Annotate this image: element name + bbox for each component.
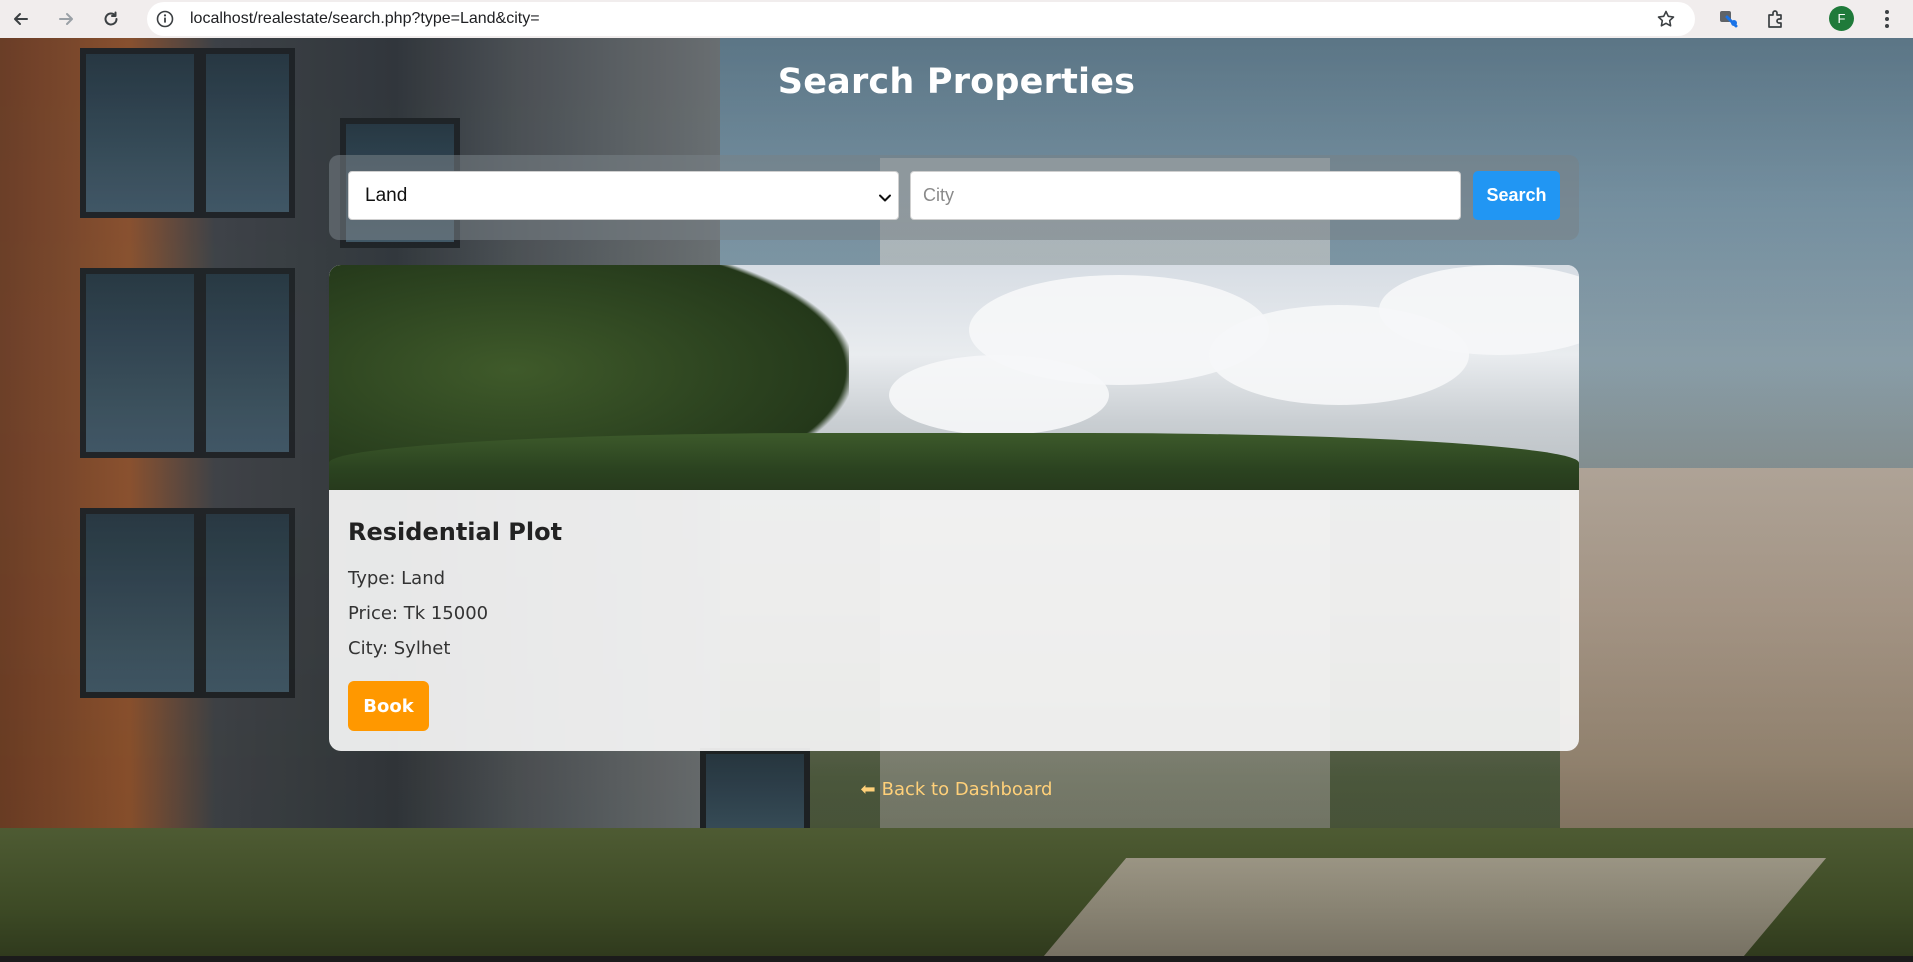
address-bar[interactable]: localhost/realestate/search.php?type=Lan… [147,2,1695,36]
background-path [1033,858,1827,962]
search-form: Land Search [329,155,1579,240]
back-to-dashboard-label: Back to Dashboard [881,779,1053,800]
reload-icon[interactable] [97,5,125,33]
property-price: Price: Tk 15000 [348,603,489,624]
building-window [200,508,295,698]
building-window [80,508,200,698]
city-input[interactable] [910,171,1461,220]
page-bottom-edge [0,956,1913,962]
property-title: Residential Plot [348,518,563,546]
property-type-select[interactable]: Land [348,171,899,220]
extensions-puzzle-icon[interactable] [1763,6,1789,32]
chevron-down-icon [878,189,892,211]
book-button[interactable]: Book [348,681,429,731]
profile-avatar[interactable]: F [1829,6,1854,31]
property-type: Type: Land [348,568,446,589]
back-to-dashboard-link[interactable]: ⬅ Back to Dashboard [0,779,1913,800]
site-info-icon[interactable] [155,9,175,29]
browser-toolbar: localhost/realestate/search.php?type=Lan… [0,0,1913,38]
back-icon[interactable] [7,5,35,33]
browser-menu-icon[interactable] [1874,6,1900,32]
building-window [80,268,200,458]
arrow-left-icon: ⬅ [860,779,876,800]
page-viewport: Search Properties Land Search Residentia… [0,38,1913,962]
extension-translate-icon[interactable] [1716,6,1742,32]
property-card: Residential Plot Type: Land Price: Tk 15… [329,265,1579,751]
search-button[interactable]: Search [1473,171,1560,220]
property-city: City: Sylhet [348,638,451,659]
page-title: Search Properties [777,62,1136,102]
bookmark-star-icon[interactable] [1655,8,1677,30]
forward-icon[interactable] [52,5,80,33]
property-type-selected-value: Land [365,184,408,206]
property-image [329,265,1579,490]
building-window [200,268,295,458]
url-text: localhost/realestate/search.php?type=Lan… [190,10,540,27]
